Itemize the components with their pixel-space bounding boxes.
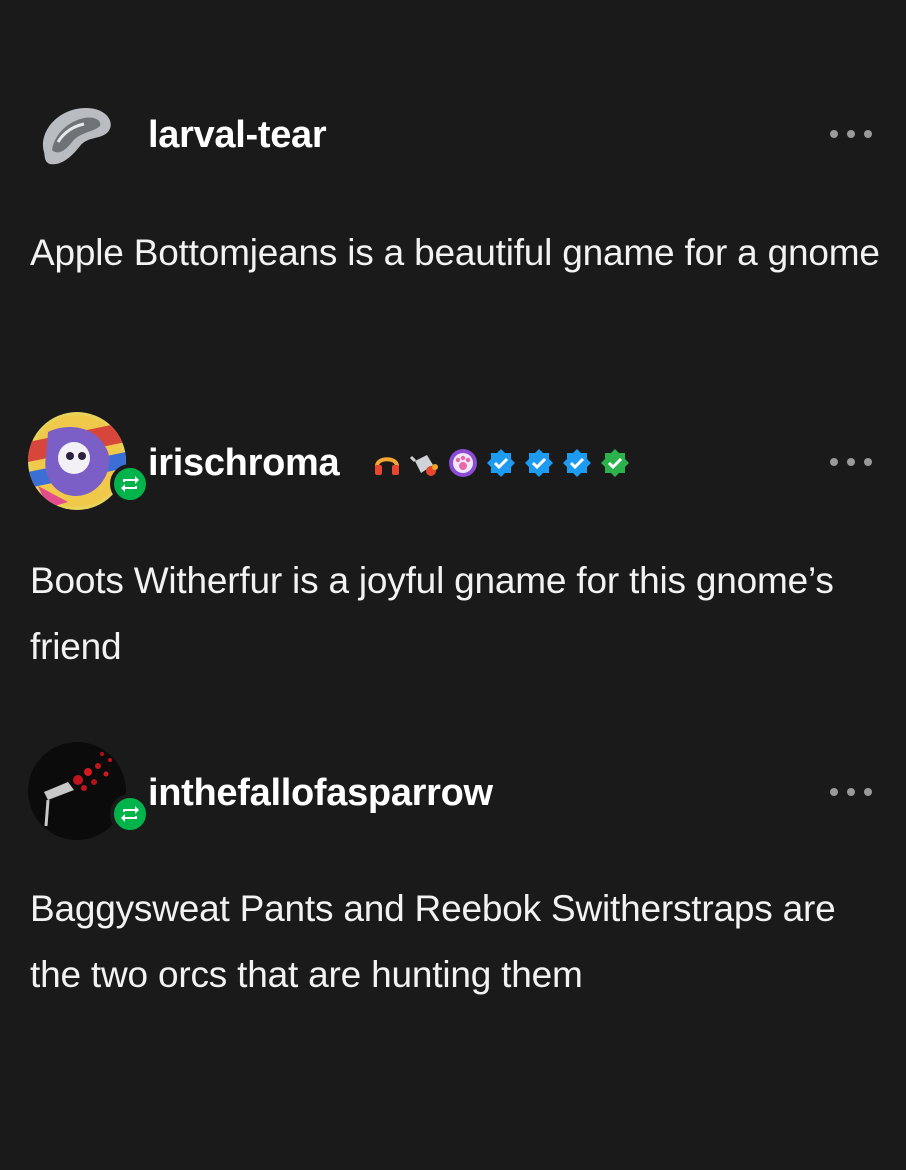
avatar-larval-tear[interactable] [28, 92, 126, 190]
dot-icon [847, 130, 855, 138]
reblog-icon [110, 794, 150, 834]
verified-blue-icon[interactable] [484, 446, 518, 480]
post-header-inthefallofasparrow: inthefallofasparrow [0, 742, 906, 842]
verified-blue-icon[interactable] [522, 446, 556, 480]
post-text: Boots Witherfur is a joyful gname for th… [30, 560, 834, 667]
more-options-button[interactable] [830, 124, 872, 144]
post-text: Apple Bottomjeans is a beautiful gname f… [30, 232, 880, 273]
dot-icon [864, 130, 872, 138]
reblog-thread: larval-tear Apple Bottomjeans is a beaut… [0, 0, 906, 1170]
dot-icon [830, 130, 838, 138]
avatar-irischroma[interactable] [28, 412, 150, 510]
dot-icon [864, 458, 872, 466]
verified-green-icon[interactable] [598, 446, 632, 480]
avatar-image [28, 742, 126, 840]
username[interactable]: larval-tear [148, 114, 327, 157]
watering-can-icon[interactable] [408, 446, 442, 480]
reblog-icon [110, 464, 150, 504]
dot-icon [847, 788, 855, 796]
dot-icon [864, 788, 872, 796]
avatar-image [28, 92, 126, 190]
dot-icon [830, 788, 838, 796]
post-text: Baggysweat Pants and Reebok Switherstrap… [30, 888, 836, 995]
avatar-inthefallofasparrow[interactable] [28, 742, 150, 840]
verified-blue-icon[interactable] [560, 446, 594, 480]
user-badges [370, 446, 632, 480]
avatar-image [28, 412, 126, 510]
dot-icon [847, 458, 855, 466]
headphones-icon[interactable] [370, 446, 404, 480]
username[interactable]: irischroma [148, 442, 340, 485]
more-options-button[interactable] [830, 782, 872, 802]
dot-icon [830, 458, 838, 466]
post-header-larval-tear: larval-tear [0, 86, 906, 190]
more-options-button[interactable] [830, 452, 872, 472]
post-header-irischroma: irischroma [0, 412, 906, 512]
paw-badge-icon[interactable] [446, 446, 480, 480]
username[interactable]: inthefallofasparrow [148, 772, 493, 815]
